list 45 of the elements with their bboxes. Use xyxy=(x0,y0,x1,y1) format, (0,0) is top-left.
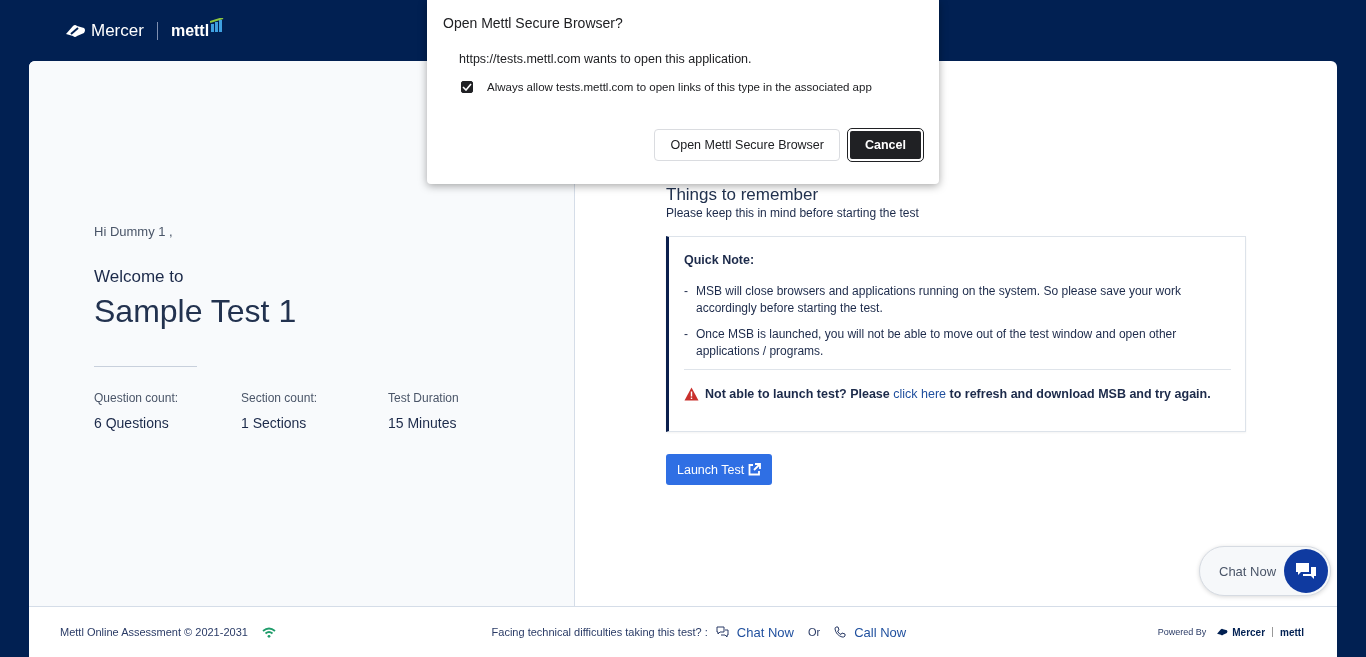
chat-now-link[interactable]: Chat Now xyxy=(736,624,794,640)
launch-test-button[interactable]: Launch Test xyxy=(666,454,773,485)
note-point: Once MSB is launched, you will not be able to move out of the test window and open other applications / programs. xyxy=(696,326,1178,360)
external-link-icon xyxy=(748,463,762,476)
warning-icon xyxy=(684,387,699,401)
mercer-logo-icon xyxy=(64,23,86,38)
note-point: MSB will close browsers and applications running on the system. So please save your work accordingly before starting the test. xyxy=(696,283,1182,317)
brand-name: Mercer xyxy=(91,20,144,41)
dialog-message: https://tests.mettl.com wants to open this application. xyxy=(459,52,753,66)
wifi-icon xyxy=(261,626,276,638)
bar-chart-icon xyxy=(210,17,225,32)
checkbox-label: Always allow tests.mettl.com to open links of this type in the associated app xyxy=(487,81,872,93)
checkbox[interactable] xyxy=(461,81,473,93)
powered-by-text: Powered By xyxy=(1157,627,1207,637)
note-title: Quick Note: xyxy=(684,253,756,267)
stat-value: 1 Sections xyxy=(241,415,308,431)
dialog-title: Open Mettl Secure Browser? xyxy=(443,15,624,31)
product-name: mettl xyxy=(170,21,210,40)
product-name: mettl xyxy=(1280,626,1304,638)
stat-value: 6 Questions xyxy=(94,415,170,431)
stat-label: Question count: xyxy=(94,391,180,405)
cancel-button[interactable]: Cancel xyxy=(848,129,923,161)
stat-label: Section count: xyxy=(241,391,319,405)
greeting: Hi Dummy 1 , xyxy=(94,224,174,239)
help-text: Facing technical difficulties taking this test? : xyxy=(491,626,708,638)
click-here-link[interactable]: click here xyxy=(893,387,947,401)
stat-label: Test Duration xyxy=(388,391,460,405)
welcome-text: Welcome to xyxy=(94,267,185,287)
copyright-text: Mettl Online Assessment © 2021-2031 xyxy=(60,626,248,638)
chat-icon xyxy=(715,626,729,638)
warning-message: Not able to launch test? Please click here to refresh and download MSB and try again. xyxy=(705,387,1211,401)
chat-now-widget[interactable]: Chat Now xyxy=(1199,546,1331,596)
section-subtitle: Please keep this in mind before starting the test xyxy=(666,206,920,220)
bullet-dash: - xyxy=(684,326,689,343)
phone-icon xyxy=(834,626,847,638)
stat-value: 15 Minutes xyxy=(388,415,458,431)
open-browser-button[interactable]: Open Mettl Secure Browser xyxy=(654,129,840,161)
chat-bubbles-icon xyxy=(1295,562,1317,580)
test-name: Sample Test 1 xyxy=(94,293,298,330)
or-text: Or xyxy=(807,626,821,638)
section-heading: Things to remember xyxy=(666,185,820,205)
bullet-dash: - xyxy=(684,283,689,300)
mercer-logo-icon xyxy=(1216,628,1229,636)
call-now-link[interactable]: Call Now xyxy=(854,624,907,640)
brand-name: Mercer xyxy=(1232,626,1266,638)
